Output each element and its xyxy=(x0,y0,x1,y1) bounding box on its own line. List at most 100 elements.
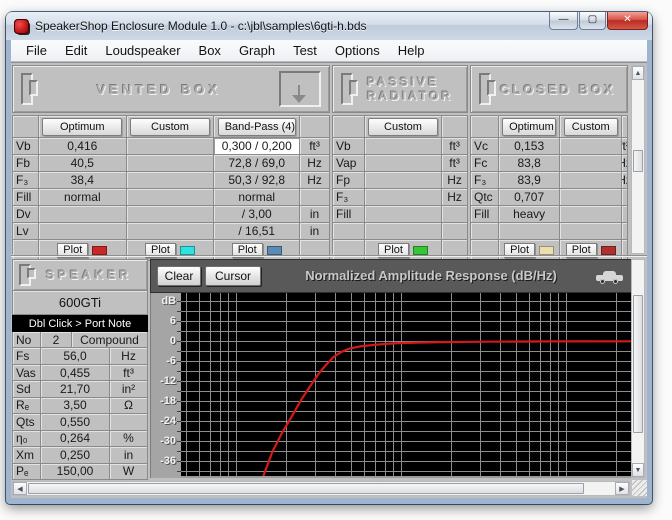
unit-cell: Hz xyxy=(300,155,330,172)
car-icon[interactable] xyxy=(596,271,623,284)
scroll-up-button[interactable]: ▲ xyxy=(632,66,644,80)
unit-cell: Hz xyxy=(442,172,468,189)
plot-cell: Plot xyxy=(127,240,215,261)
port-note-hint[interactable]: Dbl Click > Port Note xyxy=(12,315,148,332)
passive-buttons-row: Custom xyxy=(333,116,468,138)
bandpass-input[interactable]: 0,300 / 0,200 xyxy=(214,138,300,155)
vented-row-Fill: Fillnormalnormal xyxy=(13,189,330,206)
value-cell xyxy=(365,172,442,189)
speaker-panel: SPEAKER 600GTi Dbl Click > Port Note No2… xyxy=(12,259,148,480)
scroll-right-button[interactable]: ▶ xyxy=(615,482,629,495)
closed-custom-button[interactable]: Custom xyxy=(564,118,618,136)
passive-custom-button[interactable]: Custom xyxy=(368,118,438,136)
plot-color-swatch xyxy=(92,246,107,255)
menu-item-test[interactable]: Test xyxy=(284,41,326,60)
vented-row-Fb: Fb40,572,8 / 69,0Hz xyxy=(13,155,330,172)
speaker-row-η: η₀0,264% xyxy=(13,431,148,447)
titlebar[interactable]: SpeakerShop Enclosure Module 1.0 - c:\jb… xyxy=(6,12,652,40)
unit-cell: Hz xyxy=(622,155,628,172)
row-label: Dv xyxy=(13,206,39,223)
closed-box-icon xyxy=(479,73,497,105)
menu-item-graph[interactable]: Graph xyxy=(230,41,284,60)
unit-cell: ft³ xyxy=(442,138,468,155)
resize-grip[interactable] xyxy=(632,480,647,496)
scrollbar-thumb[interactable] xyxy=(633,295,643,433)
speaker-row-R: Rₑ3,50Ω xyxy=(13,398,148,414)
vented-bandpass-button[interactable]: Band-Pass (4) xyxy=(218,118,296,136)
plot-cell: Plot xyxy=(560,240,622,261)
closed-optimum-button[interactable]: Optimum xyxy=(502,118,556,136)
value-cell: heavy xyxy=(499,206,561,223)
mode-cell[interactable]: Compound xyxy=(72,332,148,348)
clear-button[interactable]: Clear xyxy=(157,266,201,286)
closed-row-empty xyxy=(471,223,628,240)
row-label: Qts xyxy=(13,414,41,430)
menu-item-edit[interactable]: Edit xyxy=(56,41,96,60)
button-cell: Custom xyxy=(365,116,442,138)
unit-cell: Ω xyxy=(110,398,148,414)
unit-cell: ft³ xyxy=(110,365,148,381)
scrollbar-thumb[interactable] xyxy=(633,150,643,172)
value-cell xyxy=(127,138,215,155)
vented-optimum-button[interactable]: Optimum xyxy=(42,118,122,136)
unit-cell: Hz xyxy=(442,189,468,206)
minimize-button[interactable]: — xyxy=(549,12,578,30)
value-cell: 0,550 xyxy=(41,414,110,430)
row-label: Fill xyxy=(13,189,39,206)
unit-cell xyxy=(442,206,468,223)
plot-cell: Plot xyxy=(365,240,442,261)
speaker-panel-title: SPEAKER xyxy=(37,268,141,282)
closed-plot-row: PlotPlot xyxy=(471,240,628,261)
value-cell xyxy=(127,206,215,223)
row-label xyxy=(333,223,365,240)
passive-row-Fp: FpHz xyxy=(333,172,468,189)
plot-area[interactable] xyxy=(181,293,632,478)
unit-cell xyxy=(300,240,330,261)
plot-color-swatch xyxy=(601,246,616,255)
y-axis-label: -36 xyxy=(160,456,176,467)
row-label: Vas xyxy=(13,365,41,381)
row-label: Rₑ xyxy=(13,398,41,414)
button-cell: Custom xyxy=(560,116,622,138)
value-cell xyxy=(365,206,442,223)
app-icon xyxy=(14,19,29,34)
vented-table: OptimumCustomBand-Pass (4)Vb0,4160,300 /… xyxy=(12,115,330,254)
y-axis-label: -6 xyxy=(166,356,176,367)
closed-buttons-row: Optimum Custom xyxy=(471,116,628,138)
scroll-left-button[interactable]: ◀ xyxy=(13,482,27,495)
vented-custom-button[interactable]: Custom xyxy=(130,118,210,136)
scrollbar-thumb[interactable] xyxy=(28,483,584,494)
value-cell xyxy=(127,155,215,172)
value-cell: 40,5 xyxy=(39,155,127,172)
menu-item-box[interactable]: Box xyxy=(190,41,230,60)
scroll-down-button[interactable]: ▼ xyxy=(632,463,644,477)
window-title: SpeakerShop Enclosure Module 1.0 - c:\jb… xyxy=(35,19,367,33)
value-cell xyxy=(39,223,127,240)
y-axis-label: -30 xyxy=(160,436,176,447)
maximize-button[interactable]: ▢ xyxy=(579,12,606,30)
plot-cell: Plot xyxy=(214,240,300,261)
row-label: Fs xyxy=(13,348,41,364)
value-cell xyxy=(560,138,622,155)
menu-item-help[interactable]: Help xyxy=(389,41,434,60)
y-axis-label: -18 xyxy=(160,396,176,407)
row-label: Vap xyxy=(333,155,365,172)
value-cell: 0,153 xyxy=(499,138,561,155)
cursor-button[interactable]: Cursor xyxy=(205,266,261,286)
passive-plot-row: Plot xyxy=(333,240,468,261)
value-cell xyxy=(560,206,622,223)
speaker-table: No2CompoundFs56,0HzVas0,455ft³Sd21,70in²… xyxy=(12,332,148,480)
row-label: Vb xyxy=(333,138,365,155)
close-button[interactable]: ✕ xyxy=(607,12,648,30)
menu-item-options[interactable]: Options xyxy=(326,41,389,60)
vented-row-Dv: Dv/ 3,00in xyxy=(13,206,330,223)
menu-item-file[interactable]: File xyxy=(17,41,56,60)
closed-row-Fill: Fillheavy xyxy=(471,206,628,223)
speaker-row-Sd: Sd21,70in² xyxy=(13,381,148,397)
speaker-model[interactable]: 600GTi xyxy=(12,291,148,315)
menu-item-loudspeaker[interactable]: Loudspeaker xyxy=(96,41,189,60)
unit-cell xyxy=(622,223,628,240)
vented-buttons-row: Optimum Custom Band-Pass (4) xyxy=(13,116,330,138)
vent-icon xyxy=(279,71,321,107)
unit-cell: ft³ xyxy=(300,138,330,155)
